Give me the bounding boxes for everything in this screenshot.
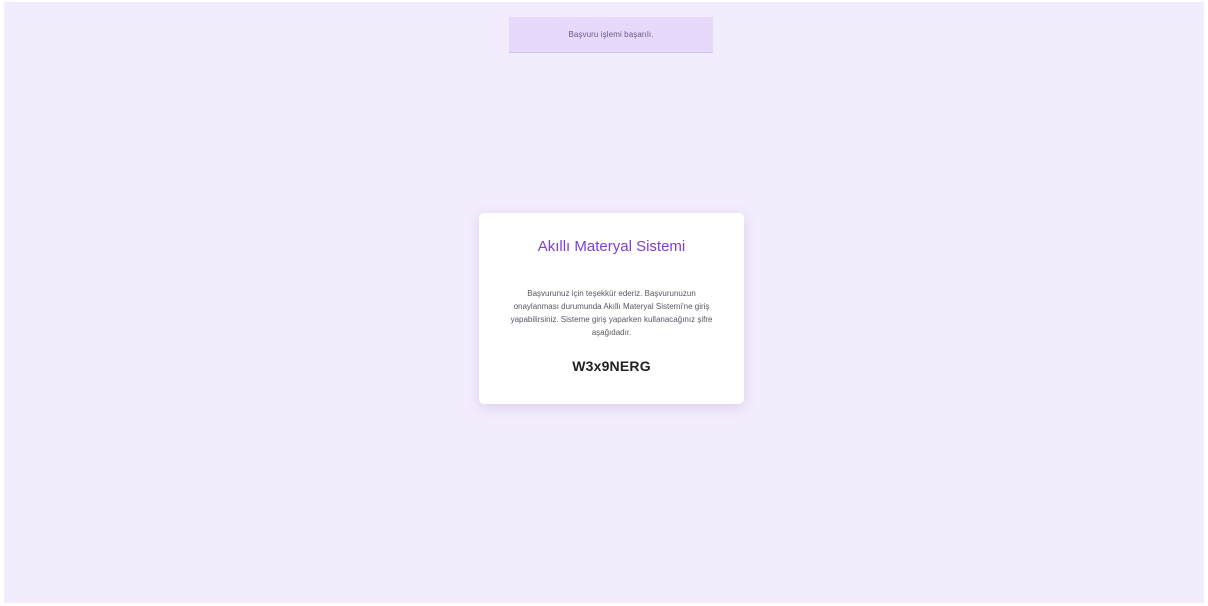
password-code: W3x9NERG — [572, 358, 651, 374]
application-success-card: Akıllı Materyal Sistemi Başvurunuz için … — [479, 213, 744, 404]
toast-message: Başvuru işlemi başarılı. — [568, 30, 654, 39]
success-toast: Başvuru işlemi başarılı. — [509, 17, 713, 53]
card-message: Başvurunuz için teşekkür ederiz. Başvuru… — [510, 289, 713, 337]
card-title: Akıllı Materyal Sistemi — [537, 238, 686, 255]
page-background: Başvuru işlemi başarılı. Akıllı Materyal… — [4, 2, 1204, 603]
